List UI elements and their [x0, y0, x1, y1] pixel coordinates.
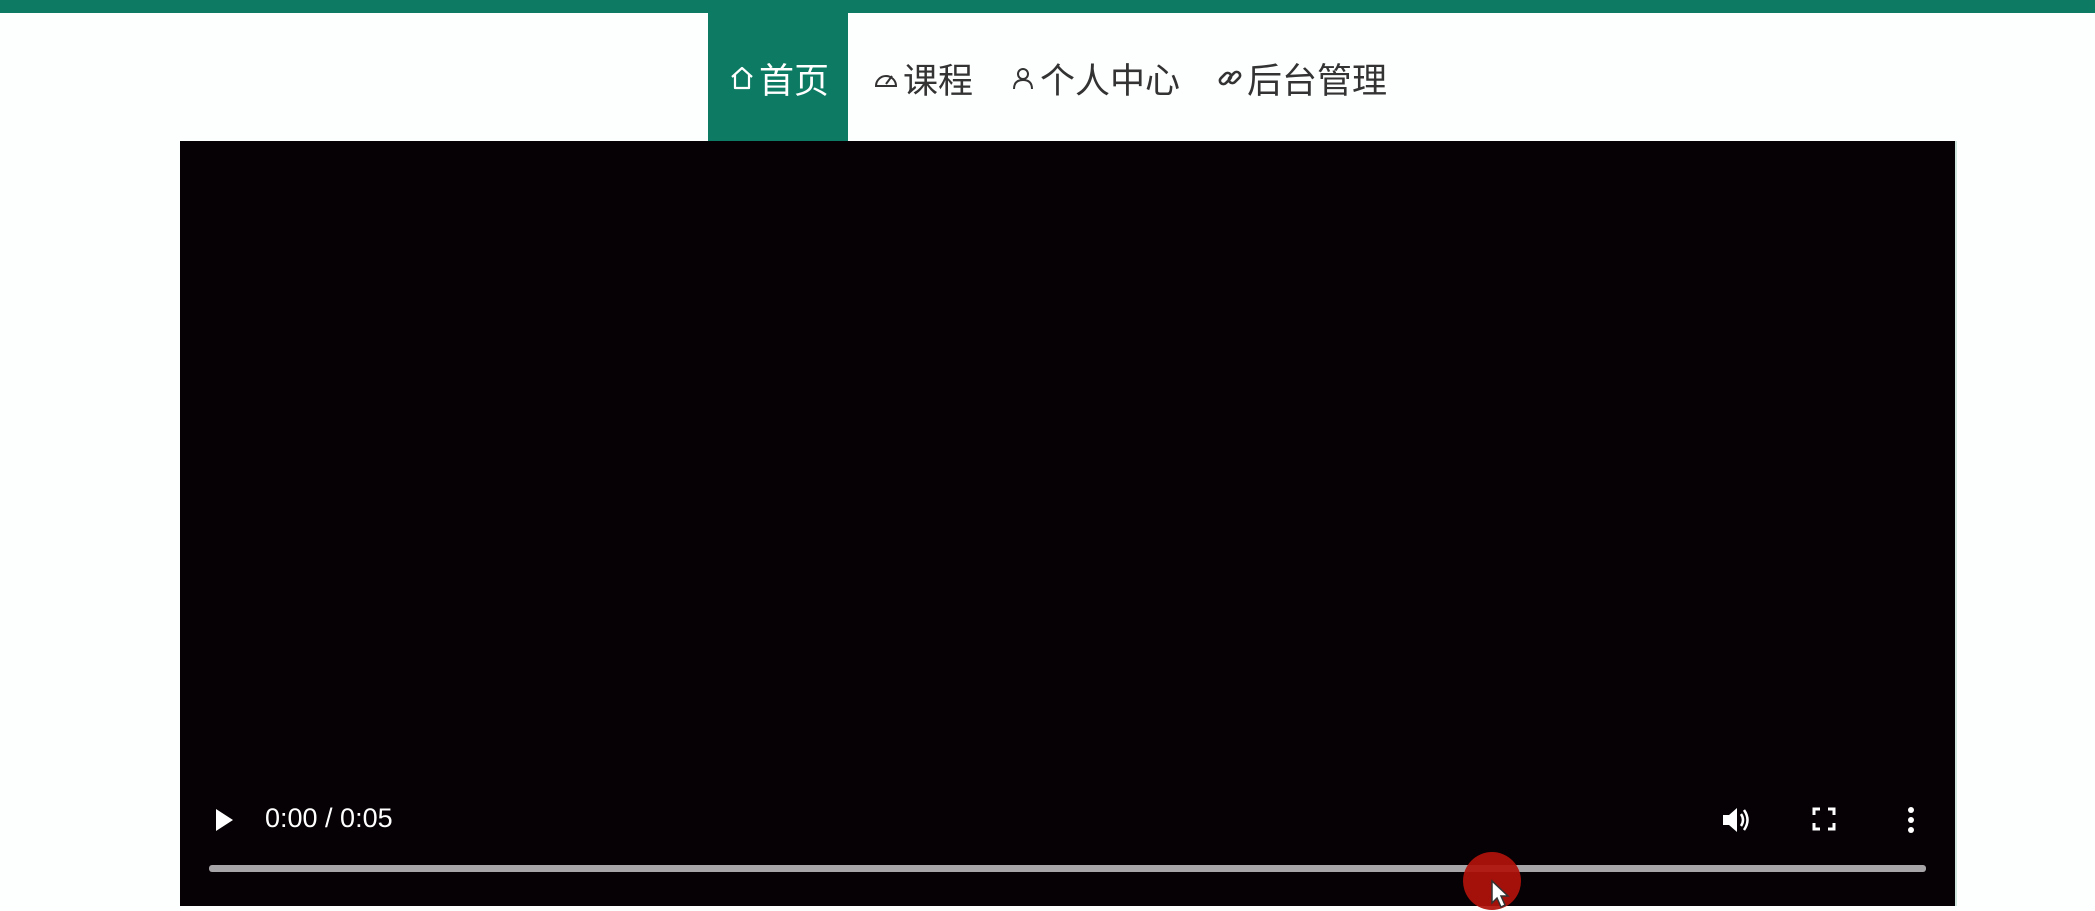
nav-item-label: 个人中心 [1040, 61, 1181, 102]
nav-item-label: 课程 [903, 61, 974, 102]
nav-item-courses[interactable]: 课程 [854, 0, 991, 143]
nav-item-label: 首页 [759, 61, 830, 102]
video-progress-bar[interactable] [209, 865, 1926, 872]
fullscreen-icon [1812, 807, 1836, 831]
home-icon [728, 64, 756, 92]
mouse-cursor-icon [1463, 852, 1521, 910]
video-controls: 0:00 / 0:05 [180, 789, 1955, 849]
time-display: 0:00 / 0:05 [265, 803, 393, 833]
nav-item-admin[interactable]: 后台管理 [1198, 0, 1405, 143]
nav-item-profile[interactable]: 个人中心 [991, 0, 1198, 143]
speedometer-icon [872, 64, 900, 92]
main-nav: 首页 课程 个人中心 后台管理 [708, 0, 1405, 143]
video-player[interactable]: 0:00 / 0:05 [180, 141, 1957, 910]
volume-icon [1723, 808, 1749, 832]
link-icon [1216, 64, 1244, 92]
nav-item-label: 后台管理 [1247, 61, 1388, 102]
user-icon [1009, 64, 1037, 92]
fullscreen-button[interactable] [1811, 806, 1837, 832]
nav-item-home[interactable]: 首页 [708, 0, 848, 143]
more-vertical-icon [1908, 807, 1914, 833]
volume-button[interactable] [1720, 803, 1756, 837]
more-options-button[interactable] [1904, 803, 1918, 837]
play-button[interactable] [216, 809, 233, 831]
